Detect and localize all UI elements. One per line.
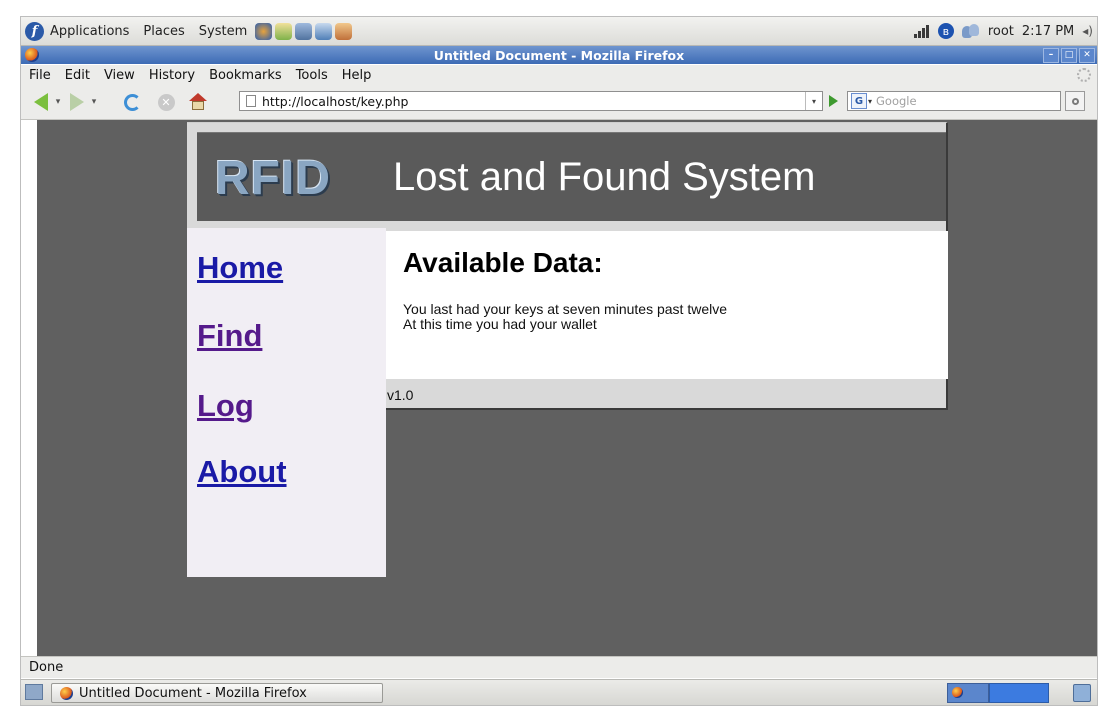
back-button[interactable] [31, 91, 51, 113]
minimize-button[interactable]: – [1043, 48, 1059, 63]
firefox-icon [60, 686, 73, 700]
signal-strength-icon[interactable] [913, 24, 930, 38]
search-engine-dropdown[interactable]: ▾ [868, 97, 872, 106]
web-browser-launcher-icon[interactable] [255, 22, 273, 40]
menu-tools[interactable]: Tools [296, 68, 328, 83]
content-heading: Available Data: [403, 247, 603, 278]
banner-title: Lost and Found System [393, 155, 816, 199]
menu-file[interactable]: File [29, 68, 51, 83]
taskbar-window-label: Untitled Document - Mozilla Firefox [79, 685, 307, 701]
system-tray: ʙ root 2:17 PM ◂) [913, 17, 1093, 45]
stop-icon: ✕ [157, 93, 175, 111]
version-label: v1.0 [387, 387, 414, 403]
google-engine-icon[interactable]: G [851, 93, 867, 109]
close-button[interactable]: ✕ [1079, 48, 1095, 63]
go-button[interactable] [829, 95, 838, 107]
maximize-button[interactable]: □ [1061, 48, 1077, 63]
magnifier-icon [1071, 97, 1079, 105]
volume-icon[interactable]: ◂) [1082, 24, 1093, 38]
forward-button[interactable] [67, 91, 87, 113]
network-launcher-icon[interactable] [295, 22, 313, 40]
content-line-wallet: At this time you had your wallet [403, 316, 597, 332]
address-bar[interactable]: http://localhost/key.php ▾ [239, 91, 823, 111]
content-panel: Available Data: You last had your keys a… [386, 231, 948, 379]
menu-edit[interactable]: Edit [65, 68, 90, 83]
content-line-keys: You last had your keys at seven minutes … [403, 301, 727, 317]
username[interactable]: root [988, 24, 1014, 39]
window-title: Untitled Document - Mozilla Firefox [433, 47, 685, 63]
firefox-icon[interactable] [25, 48, 39, 62]
url-history-dropdown[interactable]: ▾ [805, 92, 822, 110]
reload-button[interactable] [121, 91, 143, 113]
status-text: Done [29, 660, 64, 675]
clock[interactable]: 2:17 PM [1022, 24, 1074, 39]
forward-arrow-icon [70, 93, 84, 111]
trash-icon[interactable] [1073, 684, 1091, 702]
top-panel: f Applications Places System ʙ root 2:17… [21, 17, 1097, 46]
taskbar-window-button[interactable]: Untitled Document - Mozilla Firefox [51, 683, 383, 703]
site-banner: RFID Lost and Found System [197, 132, 946, 221]
back-arrow-icon [34, 93, 48, 111]
search-box[interactable]: G ▾ Google [847, 91, 1061, 111]
nav-link-find[interactable]: Find [197, 318, 262, 354]
menu-history[interactable]: History [149, 68, 195, 83]
menu-help[interactable]: Help [342, 68, 372, 83]
menu-bookmarks[interactable]: Bookmarks [209, 68, 282, 83]
fedora-icon[interactable]: f [25, 21, 44, 41]
reload-icon [123, 93, 141, 111]
nav-link-log[interactable]: Log [197, 388, 254, 424]
search-placeholder[interactable]: Google [876, 94, 917, 108]
workspace-1[interactable] [947, 683, 989, 703]
back-history-dropdown[interactable]: ▾ [54, 91, 62, 113]
email-launcher-icon[interactable] [275, 22, 293, 40]
screen: f Applications Places System ʙ root 2:17… [20, 16, 1098, 706]
bottom-taskbar: Untitled Document - Mozilla Firefox [21, 679, 1097, 705]
bluetooth-icon[interactable]: ʙ [937, 23, 954, 39]
applications-menu[interactable]: Applications [50, 24, 129, 39]
stop-button[interactable]: ✕ [155, 91, 177, 113]
page-icon [246, 95, 256, 107]
show-desktop-icon[interactable] [25, 684, 43, 700]
url-text[interactable]: http://localhost/key.php [262, 94, 408, 109]
window-controls: – □ ✕ [1043, 48, 1095, 63]
nav-link-home[interactable]: Home [197, 250, 283, 286]
page-viewport: RFID Lost and Found System Available Dat… [37, 120, 1097, 656]
site-sidebar: Home Find Log About [187, 228, 386, 577]
firefox-icon [952, 687, 963, 698]
navigation-toolbar: ▾ ▾ ✕ http://localhost/key.php ▾ G ▾ Goo… [21, 85, 1097, 120]
status-bar: Done [21, 656, 1097, 678]
panel-launchers [255, 22, 353, 40]
system-menu[interactable]: System [199, 24, 247, 39]
search-button[interactable] [1065, 91, 1085, 111]
office-launcher-icon[interactable] [315, 22, 333, 40]
forward-history-dropdown[interactable]: ▾ [90, 91, 98, 113]
nav-link-about[interactable]: About [197, 454, 287, 490]
home-button[interactable] [187, 91, 209, 113]
activity-throbber-icon [1077, 68, 1091, 82]
places-menu[interactable]: Places [143, 24, 184, 39]
menu-bar: File Edit View History Bookmarks Tools H… [21, 65, 1097, 85]
workspace-2[interactable] [989, 683, 1049, 703]
home-icon [189, 93, 207, 111]
presentation-launcher-icon[interactable] [335, 22, 353, 40]
window-titlebar[interactable]: Untitled Document - Mozilla Firefox – □ … [21, 46, 1097, 64]
menu-view[interactable]: View [104, 68, 135, 83]
rfid-logo: RFID [215, 152, 331, 205]
users-icon[interactable] [961, 23, 980, 39]
